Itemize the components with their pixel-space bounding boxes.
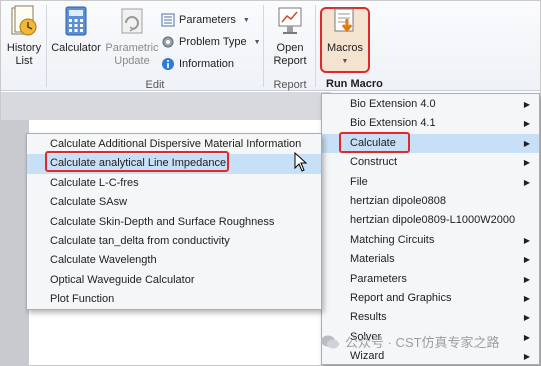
menu-item-hertzian-dipole0808[interactable]: hertzian dipole0808 [322,192,539,211]
panel-band [1,92,331,120]
macros-label: Macros [326,42,364,54]
submenu-arrow-icon: ▶ [523,235,530,245]
parametric-update-icon [121,8,143,34]
problem-type-label: Problem Type [179,36,247,48]
history-list-icon [11,5,37,36]
menu-item-parameters[interactable]: Parameters ▶ [322,270,539,289]
menu-item-bio-extension-4-0[interactable]: Bio Extension 4.0 ▶ [322,95,539,114]
information-button[interactable]: Information [161,55,234,73]
menu-item-results[interactable]: Results ▶ [322,308,539,327]
submenu-arrow-icon: ▶ [523,294,530,303]
open-report-button[interactable]: Open Report [267,5,313,75]
parametric-update-button[interactable]: Parametric Update [104,5,160,75]
menu-item-report-and-graphics[interactable]: Report and Graphics ▶ [322,289,539,308]
menu-item-hertzian-dipole0809[interactable]: hertzian dipole0809-L1000W2000 [322,211,539,230]
submenu-item-tan-delta[interactable]: Calculate tan_delta from conductivity [27,232,321,251]
parameters-button[interactable]: Parameters ▼ [161,11,250,29]
menu-item-label: Bio Extension 4.0 [350,98,436,110]
calculator-label: Calculator [51,42,101,54]
report-icon [278,7,302,34]
parameters-icon [161,13,175,27]
submenu-item-label: Calculate Additional Dispersive Material… [50,138,302,150]
line-impedance-highlight-box [45,151,229,172]
problem-type-button[interactable]: Problem Type ▼ [161,33,261,51]
submenu-item-label: Calculate Wavelength [50,254,157,267]
submenu-arrow-icon: ▶ [523,313,530,323]
calculator-button[interactable]: Calculator [50,5,102,75]
macros-icon [334,8,354,33]
submenu-arrow-icon: ▶ [523,274,530,284]
menu-item-construct[interactable]: Construct ▶ [322,153,539,172]
chevron-down-icon: ▼ [253,38,261,46]
chevron-down-icon: ▼ [242,16,250,24]
menu-item-label: Construct [350,156,398,169]
menu-item-label: Matching Circuits [350,233,435,246]
submenu-item-skin-depth[interactable]: Calculate Skin-Depth and Surface Roughne… [27,213,321,232]
parametric-update-label-1: Parametric [105,42,159,54]
submenu-item-plot-function[interactable]: Plot Function [27,290,321,309]
watermark-text: 公众号 · CST仿真专家之路 [345,335,500,350]
history-list-label-2: List [15,55,33,67]
group-separator [315,5,316,87]
submenu-item-optical-waveguide[interactable]: Optical Waveguide Calculator [27,271,321,290]
parametric-update-label-2: Update [114,55,150,67]
history-list-label-1: History [6,42,42,54]
history-list-button[interactable]: History List [4,5,44,75]
submenu-item-wavelength[interactable]: Calculate Wavelength [27,251,321,270]
menu-item-label: Bio Extension 4.1 [350,117,436,130]
menu-item-matching-circuits[interactable]: Matching Circuits ▶ [322,231,539,250]
menu-item-label: Report and Graphics [350,292,452,304]
information-label: Information [179,58,235,70]
wechat-icon [321,335,339,348]
submenu-item-label: Plot Function [50,293,115,306]
open-report-label-2: Report [273,55,307,67]
menu-item-materials[interactable]: Materials ▶ [322,250,539,269]
group-separator [46,5,47,87]
submenu-arrow-icon: ▶ [523,119,530,129]
submenu-item-label: Optical Waveguide Calculator [50,273,195,286]
macros-button[interactable]: Macros ▼ [320,5,370,75]
group-separator [263,5,264,87]
menu-item-file[interactable]: File ▶ [322,173,539,192]
chevron-down-icon: ▼ [341,58,349,65]
report-group-label: Report [273,79,307,91]
mouse-cursor-icon [294,152,308,172]
calculator-icon [65,6,87,36]
ribbon: History List Calculator Parametric Updat… [1,1,540,91]
menu-item-bio-extension-4-1[interactable]: Bio Extension 4.1 ▶ [322,114,539,133]
parameters-label: Parameters [179,14,236,26]
gear-icon [162,36,174,48]
submenu-arrow-icon: ▶ [523,100,530,109]
edit-group-label: Edit [145,79,165,91]
submenu-arrow-icon: ▶ [523,255,530,265]
menu-item-label: Wizard [350,350,385,363]
run-macro-header: Run Macro [326,78,383,90]
submenu-item-label: Calculate SAsw [50,196,128,209]
open-report-label-1: Open [276,42,304,54]
submenu-arrow-icon: ▶ [523,138,530,148]
background-area [1,120,29,365]
menu-item-label: hertzian dipole0808 [350,195,447,207]
submenu-item-label: Calculate L-C-fres [50,176,139,189]
submenu-arrow-icon: ▶ [523,177,530,187]
calculate-highlight-box [339,132,410,153]
submenu-item-label: Calculate tan_delta from conductivity [50,235,230,247]
menu-item-label: File [350,175,368,188]
submenu-arrow-icon: ▶ [523,158,530,168]
watermark: 公众号 · CST仿真专家之路 [320,332,500,351]
menu-item-label: Results [350,311,387,324]
menu-item-label: Materials [350,253,395,266]
submenu-arrow-icon: ▶ [523,332,530,342]
submenu-item-label: Calculate Skin-Depth and Surface Roughne… [50,215,275,228]
submenu-item-lc-fres[interactable]: Calculate L-C-fres [27,174,321,193]
menu-item-label: hertzian dipole0809-L1000W2000 [350,214,516,227]
info-icon [162,58,174,70]
submenu-item-sasw[interactable]: Calculate SAsw [27,193,321,212]
menu-item-label: Parameters [350,272,407,285]
submenu-arrow-icon: ▶ [523,352,530,362]
